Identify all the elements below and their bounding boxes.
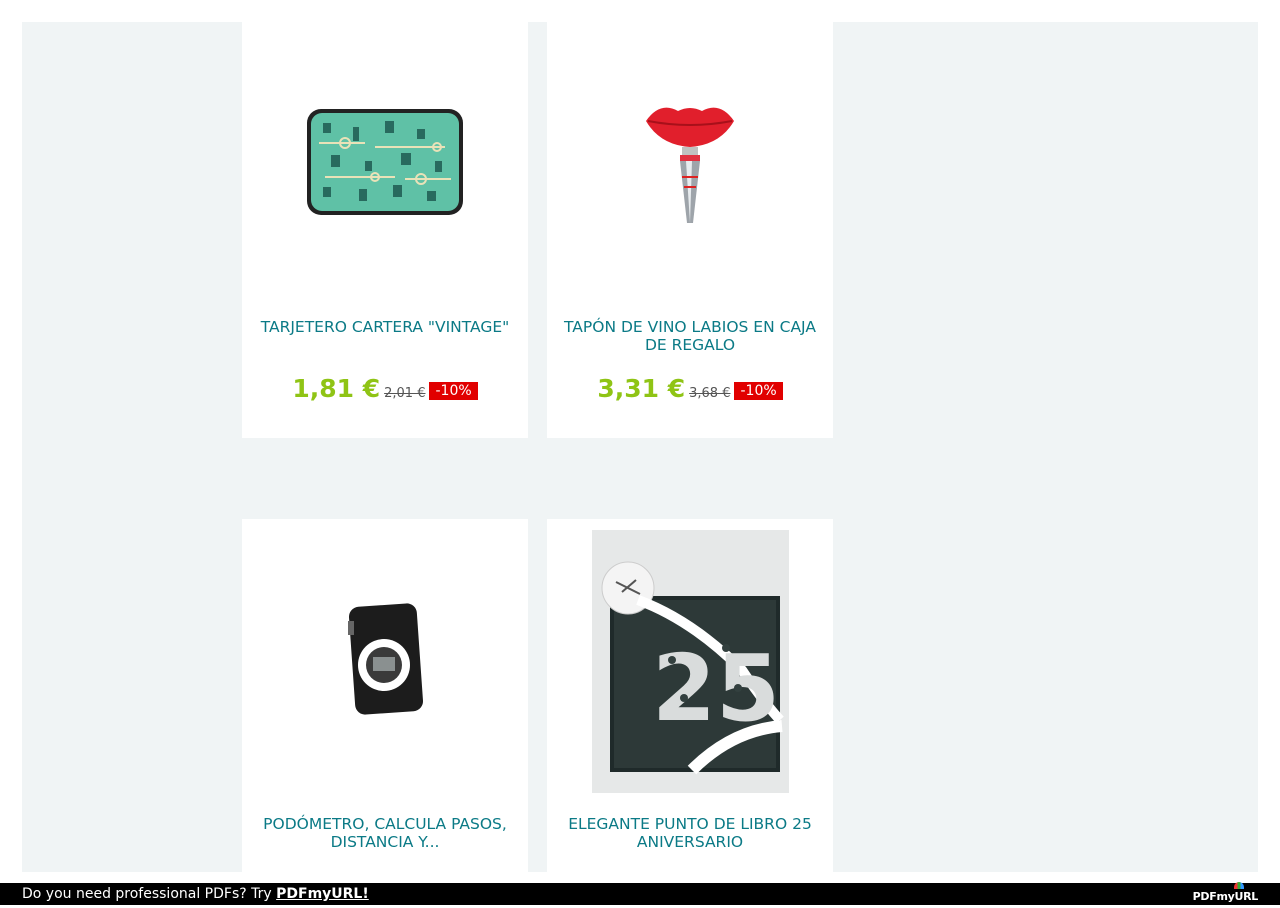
price-row: 1,81 € 2,01 € -10%	[242, 374, 528, 403]
product-price: 1,81 €	[292, 374, 381, 403]
product-card[interactable]: 25 ELEGANTE PUNTO DE LIBRO 25 ANIVERSARI…	[547, 519, 833, 872]
product-price: 3,31 €	[597, 374, 686, 403]
discount-badge: -10%	[734, 381, 783, 400]
product-card[interactable]: PODÓMETRO, CALCULA PASOS, DISTANCIA Y...	[242, 519, 528, 872]
footer-message-text: Do you need professional PDFs? Try	[22, 886, 272, 902]
discount-badge: -10%	[429, 381, 478, 400]
logo-icon	[1234, 882, 1244, 889]
logo-text: PDFmyURL	[1192, 890, 1259, 903]
footer-message: Do you need professional PDFs? Try PDFmy…	[22, 883, 369, 905]
product-card[interactable]: TAPÓN DE VINO LABIOS EN CAJA DE REGALO 3…	[547, 22, 833, 438]
product-old-price: 3,68 €	[689, 386, 731, 401]
pedometer-image[interactable]	[242, 519, 528, 799]
lips-wine-stopper-image[interactable]	[547, 22, 833, 302]
product-name[interactable]: PODÓMETRO, CALCULA PASOS, DISTANCIA Y...	[254, 815, 516, 851]
price-row: 3,31 € 3,68 € -10%	[547, 374, 833, 403]
product-name[interactable]: TARJETERO CARTERA "VINTAGE"	[254, 318, 516, 336]
pdfmyurl-link[interactable]: PDFmyURL!	[276, 886, 369, 902]
product-card[interactable]: TARJETERO CARTERA "VINTAGE" 1,81 € 2,01 …	[242, 22, 528, 438]
product-grid: TARJETERO CARTERA "VINTAGE" 1,81 € 2,01 …	[22, 22, 1258, 872]
product-old-price: 2,01 €	[384, 386, 426, 401]
card-wallet-image[interactable]	[242, 22, 528, 302]
product-name[interactable]: ELEGANTE PUNTO DE LIBRO 25 ANIVERSARIO	[559, 815, 821, 851]
footer-bar: Do you need professional PDFs? Try PDFmy…	[0, 882, 1280, 905]
bookmark-25-image[interactable]: 25	[547, 519, 833, 799]
product-name[interactable]: TAPÓN DE VINO LABIOS EN CAJA DE REGALO	[559, 318, 821, 354]
svg-text:25: 25	[652, 635, 780, 742]
